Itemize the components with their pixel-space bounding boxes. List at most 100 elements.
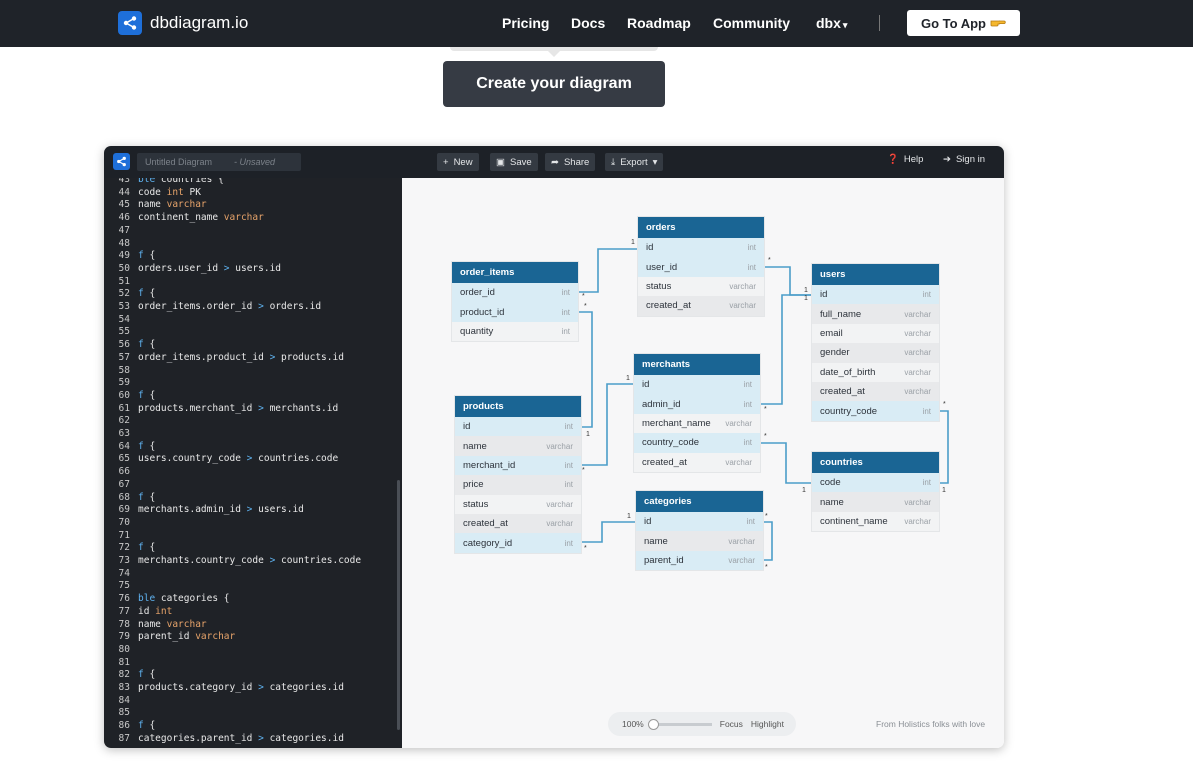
code-line[interactable]: 64 f { [104, 441, 156, 454]
app-logo-icon[interactable] [113, 153, 130, 170]
code-line[interactable]: 80 [104, 644, 138, 657]
table-field[interactable]: status varchar [455, 495, 581, 514]
code-line[interactable]: 60 f { [104, 390, 156, 403]
diagram-title-input[interactable]: Untitled Diagram - Unsaved [137, 153, 301, 171]
table-field[interactable]: date_of_birth varchar [812, 363, 939, 382]
code-line[interactable]: 76 ble categories { [104, 593, 230, 606]
table-field[interactable]: created_at varchar [455, 513, 581, 534]
share-button[interactable]: ➦ Share [545, 153, 596, 171]
nav-pricing[interactable]: Pricing [502, 15, 549, 31]
code-line[interactable]: 79 parent_id varchar [104, 631, 236, 644]
table-field[interactable]: created_at varchar [812, 381, 939, 402]
table-field[interactable]: user_id int [638, 257, 764, 277]
table-field[interactable]: quantity int [452, 322, 578, 341]
code-line[interactable]: 58 [104, 365, 138, 378]
code-line[interactable]: 73 merchants.country_code > countries.cod… [104, 555, 362, 568]
code-line[interactable]: 77 id int [104, 606, 173, 619]
code-line[interactable]: 62 [104, 415, 138, 428]
table-field[interactable]: category_id int [455, 533, 581, 553]
code-line[interactable]: 56 f { [104, 339, 156, 352]
table-field[interactable]: name varchar [812, 492, 939, 512]
code-line[interactable]: 48 [104, 238, 138, 251]
table-field[interactable]: created_at varchar [638, 296, 764, 316]
table-field[interactable]: country_code int [634, 433, 760, 453]
table-header[interactable]: merchants [634, 354, 760, 375]
code-line[interactable]: 47 [104, 225, 138, 238]
table-field[interactable]: code int [812, 473, 939, 493]
code-line[interactable]: 57 order_items.product_id > products.id [104, 352, 344, 365]
table-orders[interactable]: orders id int user_id int status varchar create… [638, 217, 764, 316]
code-line[interactable]: 45 name varchar [104, 199, 207, 212]
diagram-canvas[interactable]: 1 * * 1 * 1 * 1 * 1 * 1 * 1 * 1 * * 100% Focus Hi… [402, 178, 1004, 748]
zoom-slider-handle[interactable] [647, 718, 659, 730]
brand-link[interactable]: dbdiagram.io [118, 11, 248, 35]
code-line[interactable]: 81 [104, 657, 138, 670]
table-header[interactable]: countries [812, 452, 939, 473]
table-merchants[interactable]: merchants id int admin_id int merchant_name va… [634, 354, 760, 472]
code-line[interactable]: 55 [104, 326, 138, 339]
editor-scrollbar[interactable] [397, 480, 400, 730]
table-header[interactable]: orders [638, 217, 764, 238]
table-order-items[interactable]: order_items order_id int product_id int quant… [452, 262, 578, 342]
code-line[interactable]: 71 [104, 530, 138, 543]
create-diagram-button[interactable]: Create your diagram [443, 61, 665, 107]
nav-community[interactable]: Community [713, 15, 790, 31]
export-button[interactable]: ⤓ Export ▾ [605, 153, 664, 171]
table-field[interactable]: email varchar [812, 324, 939, 343]
code-line[interactable]: 50 orders.user_id > users.id [104, 263, 281, 276]
code-line[interactable]: 68 f { [104, 492, 156, 505]
table-field[interactable]: product_id int [452, 302, 578, 322]
code-line[interactable]: 66 [104, 466, 138, 479]
code-line[interactable]: 72 f { [104, 542, 156, 555]
table-field[interactable]: name varchar [455, 436, 581, 456]
table-header[interactable]: products [455, 396, 581, 417]
code-line[interactable]: 70 [104, 517, 138, 530]
code-line[interactable]: 67 [104, 479, 138, 492]
code-line[interactable]: 44 code int PK [104, 187, 201, 200]
table-field[interactable]: id int [638, 238, 764, 258]
table-field[interactable]: order_id int [452, 283, 578, 303]
table-field[interactable]: parent_id varchar [636, 550, 763, 571]
highlight-toggle[interactable]: Highlight [751, 719, 784, 729]
table-users[interactable]: users id int full_name varchar email varchar ge… [812, 264, 939, 421]
save-button[interactable]: ▣ Save [490, 153, 538, 171]
nav-docs[interactable]: Docs [571, 15, 605, 31]
table-field[interactable]: price int [455, 475, 581, 495]
go-to-app-button[interactable]: Go To App [907, 10, 1020, 36]
code-line[interactable]: 84 [104, 695, 138, 708]
table-field[interactable]: id int [812, 285, 939, 305]
code-line[interactable]: 51 [104, 276, 138, 289]
table-field[interactable]: id int [634, 375, 760, 395]
table-field[interactable]: continent_name varchar [812, 512, 939, 531]
code-line[interactable]: 87 categories.parent_id > categories.id [104, 733, 344, 746]
table-field[interactable]: id int [636, 512, 763, 532]
code-line[interactable]: 85 [104, 707, 138, 720]
table-categories[interactable]: categories id int name varchar parent_id varch… [636, 491, 763, 571]
table-field[interactable]: merchant_id int [455, 455, 581, 476]
table-header[interactable]: order_items [452, 262, 578, 283]
code-line[interactable]: 63 [104, 428, 138, 441]
code-line[interactable]: 59 [104, 377, 138, 390]
zoom-slider[interactable] [647, 718, 712, 730]
code-line[interactable]: 52 f { [104, 288, 156, 301]
new-button[interactable]: + New [437, 153, 479, 171]
help-button[interactable]: ❓ Help [887, 154, 923, 165]
code-line[interactable]: 61 products.merchant_id > merchants.id [104, 403, 339, 416]
focus-toggle[interactable]: Focus [720, 719, 743, 729]
code-line[interactable]: 49 f { [104, 250, 156, 263]
code-line[interactable]: 46 continent_name varchar [104, 212, 264, 225]
table-field[interactable]: admin_id int [634, 394, 760, 414]
nav-dbx-dropdown[interactable]: dbx ▾ [816, 15, 847, 31]
table-header[interactable]: users [812, 264, 939, 285]
table-countries[interactable]: countries code int name varchar continent_nam… [812, 452, 939, 532]
code-line[interactable]: 78 name varchar [104, 619, 207, 632]
table-field[interactable]: merchant_name varchar [634, 414, 760, 433]
code-line[interactable]: 69 merchants.admin_id > users.id [104, 504, 304, 517]
code-line[interactable]: 53 order_items.order_id > orders.id [104, 301, 322, 314]
table-field[interactable]: status varchar [638, 277, 764, 296]
table-field[interactable]: name varchar [636, 531, 763, 551]
code-editor[interactable]: 43 ble countries {44 code int PK 45 name var… [104, 178, 402, 748]
code-line[interactable]: 86 f { [104, 720, 156, 733]
code-line[interactable]: 74 [104, 568, 138, 581]
table-field[interactable]: id int [455, 417, 581, 437]
